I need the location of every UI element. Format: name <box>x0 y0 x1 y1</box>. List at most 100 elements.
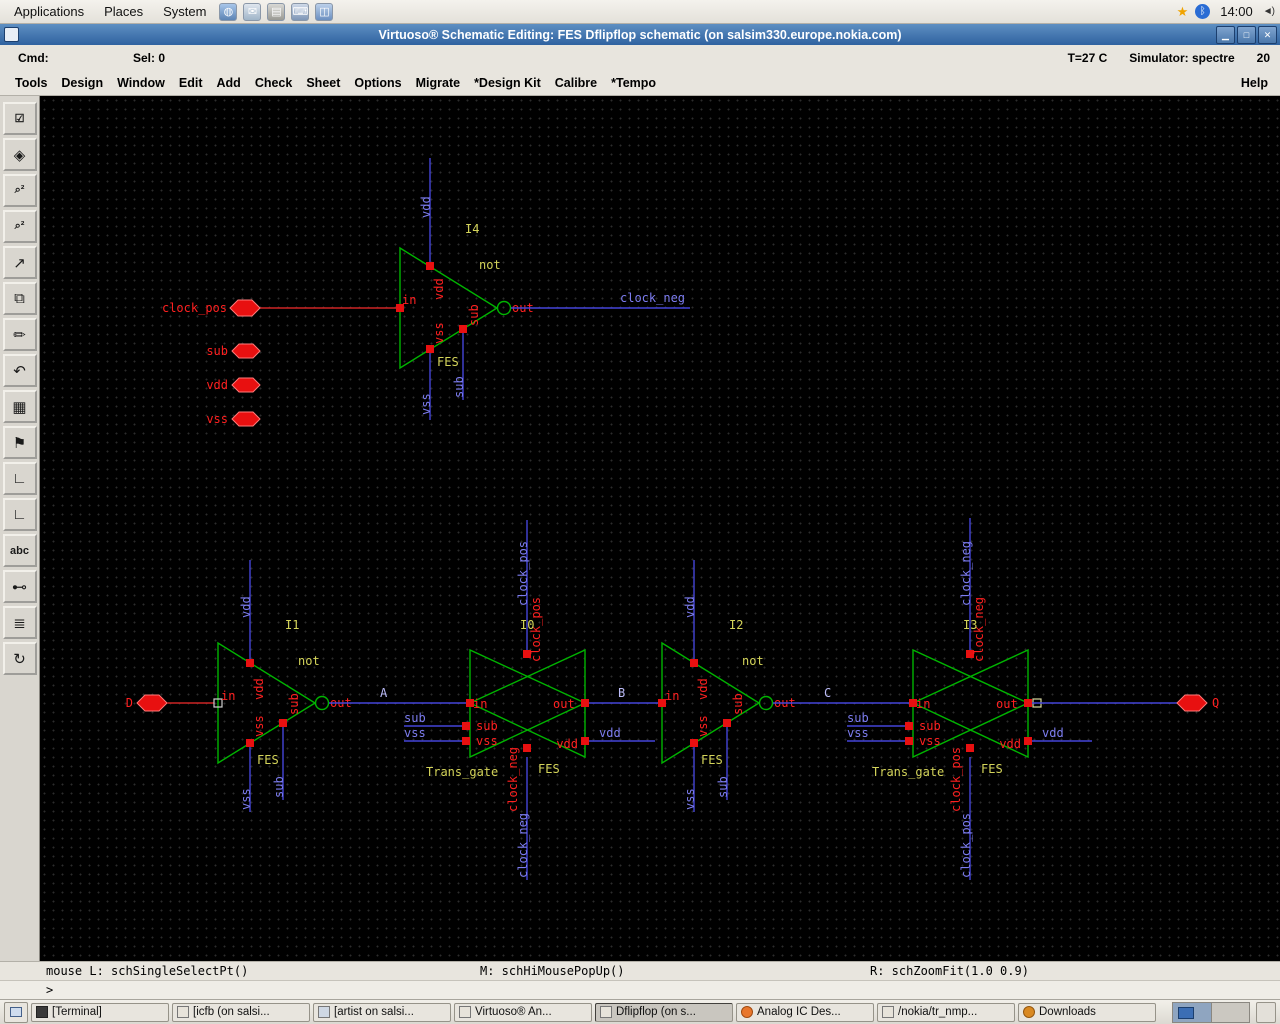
output-terminal[interactable] <box>581 699 589 707</box>
menu-tempo[interactable]: *Tempo <box>604 73 663 93</box>
gate-terminal-bottom[interactable] <box>966 744 974 752</box>
output-terminal[interactable] <box>1024 699 1032 707</box>
taskbar-button-terminal[interactable]: [Terminal] <box>31 1002 169 1022</box>
pin-q[interactable]: Q <box>1032 694 1219 712</box>
transgate-i0[interactable]: clock_pos clock_pos clock_neg clock_neg … <box>404 520 655 880</box>
inverter-bubble[interactable] <box>758 695 774 711</box>
vss-terminal[interactable] <box>690 739 698 747</box>
show-desktop-button[interactable] <box>4 1001 28 1023</box>
wide-wire-icon[interactable]: ∟ <box>2 498 37 531</box>
net-label-clock-neg[interactable]: clock_neg <box>620 291 685 305</box>
terminal-icon[interactable]: ⌨ <box>291 2 310 21</box>
sub-terminal[interactable] <box>723 719 731 727</box>
property-icon[interactable]: ≣ <box>2 606 37 639</box>
vdd-terminal[interactable] <box>426 262 434 270</box>
menu-sheet[interactable]: Sheet <box>299 73 347 93</box>
transgate-i3[interactable]: clock_neg clock_neg clock_pos clock_pos … <box>847 518 1092 880</box>
volume-icon[interactable]: ◄) <box>1263 6 1275 17</box>
narrow-wire-icon[interactable]: ∟ <box>2 462 37 495</box>
taskbar-button-virtuoso[interactable]: Virtuoso® An... <box>454 1002 592 1022</box>
input-pin-shape[interactable] <box>231 411 261 427</box>
window-titlebar[interactable]: Virtuoso® Schematic Editing: FES Dflipfl… <box>0 24 1280 45</box>
vss-terminal[interactable] <box>426 345 434 353</box>
pin-vss[interactable]: vss <box>206 411 261 427</box>
output-pin-shape[interactable] <box>1176 694 1208 712</box>
places-menu[interactable]: Places <box>96 2 151 21</box>
taskbar-button-analog-ic[interactable]: Analog IC Des... <box>736 1002 874 1022</box>
vdd-terminal[interactable] <box>690 659 698 667</box>
check-save-icon[interactable]: ☑ <box>2 102 37 135</box>
notification-star-icon[interactable]: ★ <box>1177 4 1189 20</box>
maximize-button[interactable]: □ <box>1237 26 1256 44</box>
vdd-terminal[interactable] <box>246 659 254 667</box>
menu-design-kit[interactable]: *Design Kit <box>467 73 548 93</box>
menu-add[interactable]: Add <box>210 73 248 93</box>
net-label-c[interactable]: C <box>824 686 831 700</box>
taskbar-button-dflipflop[interactable]: Dflipflop (on s... <box>595 1002 733 1022</box>
menu-edit[interactable]: Edit <box>172 73 210 93</box>
inverter-i2[interactable]: vdd vdd vss sub vss sub FES I2 not in ou… <box>658 560 796 812</box>
schematic-canvas[interactable]: clock_pos sub vdd vss vdd vdd vss sub vs… <box>40 96 1280 961</box>
pin-clock-pos[interactable]: clock_pos <box>162 299 396 317</box>
system-menu[interactable]: System <box>155 2 214 21</box>
input-pin-shape[interactable] <box>136 694 168 712</box>
pin-d[interactable]: D <box>126 694 214 712</box>
zoom-out-2x-icon[interactable]: ⌕² <box>2 210 37 243</box>
input-pin-shape[interactable] <box>231 377 261 393</box>
inverter-i1[interactable]: vdd vdd vss sub vss sub FES I1 not in ou… <box>213 560 352 812</box>
inverter-i4[interactable]: vdd vdd vss sub vss sub FES I4 not in ou… <box>396 158 690 420</box>
menu-calibre[interactable]: Calibre <box>548 73 604 93</box>
net-b[interactable]: B <box>589 686 658 704</box>
applications-menu[interactable]: Applications <box>6 2 92 21</box>
yank-icon[interactable]: ▦ <box>2 390 37 423</box>
net-label-a[interactable]: A <box>380 686 388 700</box>
vss-terminal[interactable] <box>462 737 470 745</box>
prompt-bar[interactable]: > <box>0 980 1280 1000</box>
copy-icon[interactable]: ⧉ <box>2 282 37 315</box>
email-icon[interactable]: ✉ <box>243 2 262 21</box>
input-pin-shape[interactable] <box>231 343 261 359</box>
save-icon[interactable]: ◈ <box>2 138 37 171</box>
vss-terminal[interactable] <box>905 737 913 745</box>
menu-options[interactable]: Options <box>347 73 408 93</box>
pin-icon[interactable]: ⊷ <box>2 570 37 603</box>
menu-tools[interactable]: Tools <box>8 73 54 93</box>
menu-check[interactable]: Check <box>248 73 300 93</box>
menu-help[interactable]: Help <box>1229 73 1280 93</box>
sub-terminal[interactable] <box>462 722 470 730</box>
menu-design[interactable]: Design <box>54 73 110 93</box>
gate-terminal-bottom[interactable] <box>523 744 531 752</box>
taskbar-button-icfb[interactable]: [icfb (on salsi... <box>172 1002 310 1022</box>
sub-terminal[interactable] <box>905 722 913 730</box>
files-icon[interactable]: ◫ <box>315 2 334 21</box>
sub-terminal[interactable] <box>459 325 467 333</box>
menu-migrate[interactable]: Migrate <box>409 73 467 93</box>
vdd-terminal[interactable] <box>1024 737 1032 745</box>
inverter-bubble[interactable] <box>314 695 330 711</box>
wire-name-icon[interactable]: abc <box>2 534 37 567</box>
printer-icon[interactable]: ▤ <box>267 2 286 21</box>
zoom-in-2x-icon[interactable]: ⌕² <box>2 174 37 207</box>
web-browser-icon[interactable]: ◍ <box>219 2 238 21</box>
schematic-svg[interactable]: clock_pos sub vdd vss vdd vdd vss sub vs… <box>40 96 1280 961</box>
repeat-icon[interactable]: ↻ <box>2 642 37 675</box>
close-button[interactable]: ✕ <box>1258 26 1277 44</box>
pin-sub[interactable]: sub <box>206 343 261 359</box>
taskbar-button-downloads[interactable]: Downloads <box>1018 1002 1156 1022</box>
panel-corner-applet[interactable] <box>1256 1001 1276 1023</box>
menu-window[interactable]: Window <box>110 73 172 93</box>
inverter-bubble[interactable] <box>496 300 512 316</box>
pin-vdd[interactable]: vdd <box>206 377 261 393</box>
input-pin-shape[interactable] <box>229 299 261 317</box>
minimize-button[interactable]: ▁ <box>1216 26 1235 44</box>
taskbar-button-nokia-path[interactable]: /nokia/tr_nmp... <box>877 1002 1015 1022</box>
vss-terminal[interactable] <box>246 739 254 747</box>
taskbar-button-artist[interactable]: [artist on salsi... <box>313 1002 451 1022</box>
instance-icon[interactable]: ⚑ <box>2 426 37 459</box>
sub-terminal[interactable] <box>279 719 287 727</box>
net-label-b[interactable]: B <box>618 686 625 700</box>
stretch-icon[interactable]: ↗ <box>2 246 37 279</box>
undo-icon[interactable]: ↶ <box>2 354 37 387</box>
delete-icon[interactable]: ✏ <box>2 318 37 351</box>
workspace-switcher[interactable] <box>1172 1001 1250 1023</box>
